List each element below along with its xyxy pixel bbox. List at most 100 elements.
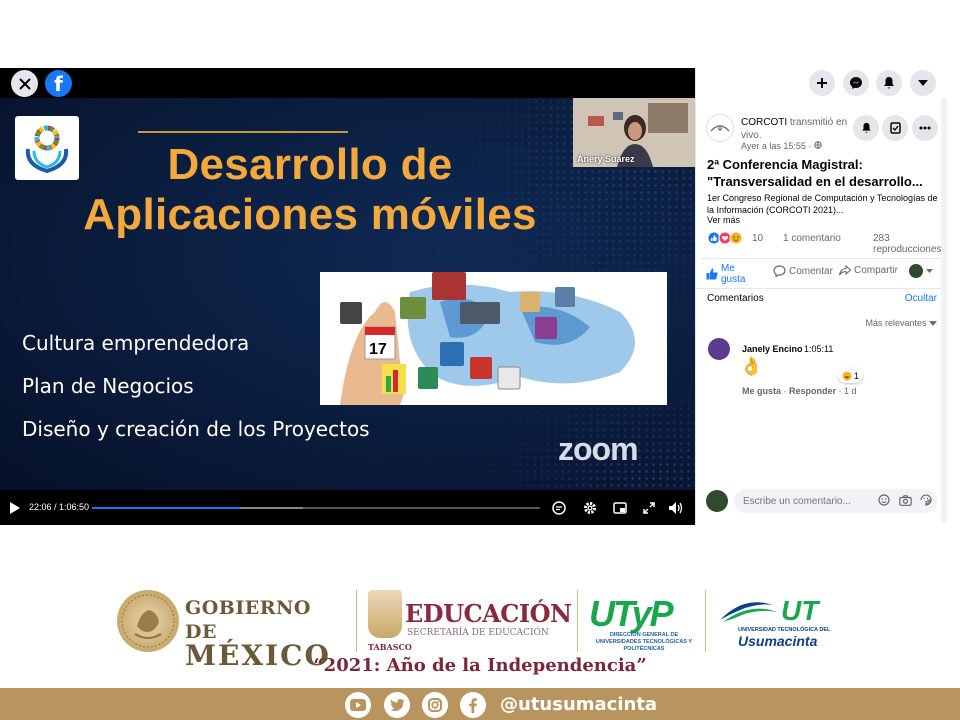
thumbs-up-icon [706, 268, 718, 280]
post-title: 2ª Conferencia Magistral: "Transversalid… [707, 157, 923, 189]
write-comment-row [696, 483, 942, 519]
webcam-participant-name: Anery Suárez [577, 154, 635, 164]
miniplayer-button[interactable] [611, 499, 629, 517]
twitter-link[interactable] [384, 692, 410, 718]
panel-scrollbar[interactable] [941, 98, 947, 523]
camera-icon [898, 494, 912, 506]
commenter-avatar[interactable] [708, 338, 730, 360]
slide-bullet-3: Diseño y creación de los Proyectos [22, 417, 370, 441]
mexico-seal-icon [117, 590, 179, 652]
caret-down-icon [929, 321, 937, 326]
comment-label: Comentar [789, 265, 833, 277]
create-button[interactable] [809, 70, 835, 96]
reaction-identity-button[interactable] [909, 264, 933, 278]
comment-emoji: 👌 [740, 356, 763, 376]
post-description: 1er Congreso Regional de Computación y T… [707, 193, 938, 215]
video-top-bar: f [0, 68, 695, 98]
reaction-count: 10 [752, 233, 764, 244]
social-handle: @utusumacinta [500, 694, 658, 715]
volume-button[interactable] [667, 499, 685, 517]
slide-title: Desarrollo de Aplicaciones móviles [0, 140, 620, 240]
comment-reaction-badge[interactable]: 1 [838, 368, 864, 383]
emoji-button[interactable] [877, 493, 891, 507]
bell-icon [861, 122, 871, 133]
apps-world-map-image: 17 [320, 272, 667, 405]
comment-video-timestamp[interactable]: 1:05:11 [804, 344, 833, 354]
like-label: Me gusta [721, 263, 746, 285]
messenger-icon [850, 77, 862, 89]
close-button[interactable] [11, 70, 38, 97]
logo-divider [705, 590, 706, 652]
share-button[interactable]: Compartir [839, 265, 898, 276]
post-side-panel: CORCOTI transmitió en vivo. Ayer a las 1… [695, 68, 947, 525]
hide-comments-link[interactable]: Ocultar [905, 293, 937, 304]
comment-like-link[interactable]: Me gusta [742, 386, 781, 396]
comment-reply-link[interactable]: Responder [789, 386, 836, 396]
comment-button[interactable]: Comentar [773, 265, 833, 277]
share-icon [839, 265, 851, 276]
bookmark-icon [889, 122, 901, 134]
slide-bullet-2: Plan de Negocios [22, 374, 194, 398]
slide-divider [138, 131, 348, 133]
logo-divider [577, 590, 578, 652]
progress-bar[interactable] [92, 507, 540, 509]
messenger-button[interactable] [843, 70, 869, 96]
notifications-button[interactable] [876, 70, 902, 96]
calendar-number: 17 [369, 341, 387, 358]
sticker-button[interactable] [919, 493, 933, 507]
youtube-icon [350, 699, 366, 711]
slide-title-line2: Aplicaciones móviles [83, 190, 537, 239]
youtube-link[interactable] [345, 692, 371, 718]
follow-bell-button[interactable] [853, 115, 879, 141]
reaction-icons[interactable] [707, 231, 749, 245]
sticker-icon [920, 494, 932, 506]
page-name[interactable]: CORCOTI [741, 117, 787, 128]
slide-title-line1: Desarrollo de [167, 140, 453, 189]
plus-icon [817, 78, 827, 88]
post-timestamp[interactable]: Ayer a las 15:55 · [741, 141, 822, 151]
post-time-text: Ayer a las 15:55 · [741, 141, 812, 151]
more-options-button[interactable] [912, 115, 938, 141]
share-label: Compartir [854, 265, 898, 276]
instagram-link[interactable] [422, 692, 448, 718]
year-motto: “2021: Año de la Independencia” [313, 655, 647, 676]
educacion-title: EDUCACIÓN [405, 599, 572, 628]
gear-icon [584, 502, 596, 514]
fullscreen-button[interactable] [640, 499, 658, 517]
comment-count[interactable]: 1 comentario [783, 233, 841, 244]
comment-reaction-count: 1 [854, 370, 860, 381]
see-more-link[interactable]: Ver más [707, 215, 740, 225]
comments-title: Comentarios [707, 293, 764, 304]
commenter-name[interactable]: Janely Encino [742, 344, 803, 354]
haha-reaction-icon [842, 371, 852, 380]
time-label: 22:06 / 1:06:50 [29, 502, 90, 512]
caret-down-icon [918, 80, 928, 86]
identity-avatar [909, 264, 923, 278]
video-player[interactable]: f Desarrollo de Aplicaciones móviles Cul… [0, 68, 695, 525]
slide-bullet-1: Cultura emprendedora [22, 331, 250, 355]
play-button[interactable] [6, 499, 24, 517]
settings-button[interactable] [581, 499, 599, 517]
current-user-avatar [706, 490, 728, 512]
facebook-logo-icon[interactable]: f [45, 70, 72, 97]
comment-sort-label: Más relevantes [865, 318, 927, 328]
comments-divider [696, 288, 942, 289]
captions-button[interactable] [550, 499, 568, 517]
comment-icon [773, 265, 786, 277]
account-menu-button[interactable] [910, 70, 936, 96]
facebook-link[interactable] [460, 692, 486, 718]
comment-sort-dropdown[interactable]: Más relevantes [865, 318, 937, 328]
miniplayer-icon [613, 502, 627, 514]
utyp-logo: UTyP [589, 593, 674, 634]
presentation-slide: Desarrollo de Aplicaciones móviles Cultu… [0, 98, 695, 490]
save-post-button[interactable] [882, 115, 908, 141]
more-dots-icon [919, 126, 931, 130]
like-button[interactable]: Me gusta [706, 263, 751, 285]
page-avatar[interactable] [706, 114, 734, 142]
gob-line1: GOBIERNO DE [185, 597, 311, 643]
panel-toolbar [696, 68, 947, 98]
speaker-icon [669, 502, 683, 514]
progress-fill [92, 507, 240, 509]
buffer-bar [239, 507, 303, 509]
photo-button[interactable] [898, 493, 912, 507]
